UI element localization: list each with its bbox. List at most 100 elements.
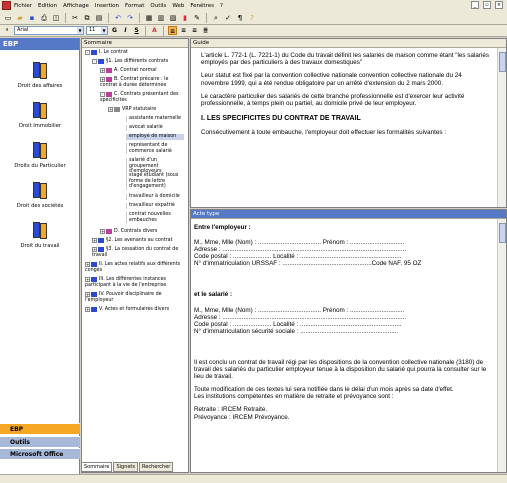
copy-icon[interactable]: ⧉ xyxy=(82,13,92,23)
expand-icon[interactable]: + xyxy=(100,77,105,82)
tree-node[interactable]: - I. Le contrat xyxy=(85,50,185,56)
tree-leaf-selected[interactable]: employé de maison xyxy=(126,134,184,140)
align-right-icon[interactable]: ≡ xyxy=(190,26,199,35)
expand-icon[interactable]: + xyxy=(85,277,90,282)
tree-node[interactable]: + IV. Pouvoir disciplinaire de l'employeu… xyxy=(85,292,185,303)
tree-node[interactable]: + A. Contrat normal xyxy=(100,68,186,74)
guide-scrollbar[interactable] xyxy=(497,48,506,207)
menu-outils[interactable]: Outils xyxy=(150,3,166,9)
align-left-icon[interactable]: ≡ xyxy=(168,26,177,35)
zoom-icon[interactable]: ⌕ xyxy=(211,13,221,23)
guide-document[interactable]: L'article L. 772-1 (L. 7221-1) du Code d… xyxy=(201,52,491,143)
scroll-thumb[interactable] xyxy=(499,52,506,72)
text-color-icon[interactable]: A xyxy=(150,26,159,35)
tree-node[interactable]: + §2. Les avenants au contrat xyxy=(92,238,186,244)
columns-icon[interactable]: ▥ xyxy=(156,13,166,23)
guide-paragraph: Leur statut est fixé par la convention c… xyxy=(201,72,462,87)
expand-icon[interactable]: + xyxy=(92,247,97,252)
font-size-select[interactable]: 11 ▼ xyxy=(86,26,108,35)
save-icon[interactable]: ▪ xyxy=(27,13,37,23)
acte-scrollbar[interactable] xyxy=(497,219,506,472)
nav-item-droit-immobilier[interactable]: Droit Immobilier xyxy=(0,102,80,129)
bold-icon[interactable]: G xyxy=(110,26,119,35)
nav-group-microsoft-office[interactable]: Microsoft Office xyxy=(0,448,80,459)
cut-icon[interactable]: ✂ xyxy=(70,13,80,23)
tree-leaf[interactable]: assistante maternelle xyxy=(126,116,184,122)
tree-node[interactable]: + V. Actes et formulaires divers xyxy=(85,307,185,313)
drawing-icon[interactable]: ✎ xyxy=(192,13,202,23)
menu-affichage[interactable]: Affichage xyxy=(63,3,89,9)
books-icon xyxy=(32,182,48,200)
collapse-icon[interactable]: - xyxy=(100,92,105,97)
menu-help[interactable]: ? xyxy=(220,3,223,9)
tree-node[interactable]: + B. Contrat précaire : le contrat à duré… xyxy=(100,77,186,88)
collapse-icon[interactable]: - xyxy=(85,50,90,55)
spellcheck-icon[interactable]: ✓ xyxy=(223,13,233,23)
menu-web[interactable]: Web xyxy=(172,3,184,9)
print-preview-icon[interactable]: ◫ xyxy=(51,13,61,23)
tab-signets[interactable]: Signets xyxy=(113,462,139,472)
expand-icon[interactable]: + xyxy=(85,262,90,267)
menu-fenetres[interactable]: Fenêtres xyxy=(190,3,214,9)
expand-icon[interactable]: + xyxy=(85,307,90,312)
italic-icon[interactable]: I xyxy=(121,26,130,35)
tab-sommaire[interactable]: Sommaire xyxy=(81,462,113,472)
align-center-icon[interactable]: ≡ xyxy=(179,26,188,35)
menu-edition[interactable]: Edition xyxy=(38,3,57,9)
paste-icon[interactable]: ▤ xyxy=(94,13,104,23)
menu-fichier[interactable]: Fichier xyxy=(14,3,32,9)
menu-format[interactable]: Format xyxy=(125,3,144,9)
chevron-down-icon[interactable]: ▼ xyxy=(77,27,83,34)
collapse-icon[interactable]: - xyxy=(92,59,97,64)
tree-leaf[interactable]: travailleur à domicile xyxy=(126,194,184,200)
restore-icon[interactable]: ▫ xyxy=(483,1,491,9)
nav-item-droit-travail[interactable]: Droit du travail xyxy=(0,222,80,249)
scroll-thumb[interactable] xyxy=(499,223,506,243)
paragraph-icon[interactable]: ¶ xyxy=(235,13,245,23)
tree-node[interactable]: + II. Les actes relatifs aux différents c… xyxy=(85,262,185,273)
undo-icon[interactable]: ↶ xyxy=(113,13,123,23)
tree-node[interactable]: - C. Contrats présentant des spécificités xyxy=(100,92,186,103)
minimize-icon[interactable]: _ xyxy=(471,1,479,9)
expand-icon[interactable]: + xyxy=(92,238,97,243)
format-toolbar: ª Arial ▼ 11 ▼ G I S A ≡ ≡ ≡ ≣ xyxy=(0,25,507,37)
open-folder-icon[interactable]: ▰ xyxy=(15,13,25,23)
nav-group-outils[interactable]: Outils xyxy=(0,436,80,447)
help-icon[interactable]: ? xyxy=(247,13,257,23)
tree-leaf[interactable]: stage étudiant (sous forme de lettre d'e… xyxy=(126,173,184,190)
tree-leaf[interactable]: contrat nouvelles embauches xyxy=(126,212,184,223)
nav-item-droit-affaires[interactable]: Droit des affaires xyxy=(0,62,80,89)
tree-node[interactable]: + §3. La cessation du contrat de travail xyxy=(92,247,186,258)
tree-node[interactable]: + VRP statutaire xyxy=(108,107,186,113)
align-justify-icon[interactable]: ≣ xyxy=(201,26,210,35)
tree-node[interactable]: + III. Les différentes instances particip… xyxy=(85,277,185,288)
nav-group-ebp[interactable]: EBP xyxy=(0,423,80,434)
table-icon[interactable]: ▦ xyxy=(144,13,154,23)
chevron-down-icon[interactable]: ▼ xyxy=(101,27,107,34)
underline-icon[interactable]: S xyxy=(132,26,141,35)
tree-node[interactable]: + D. Contrats divers xyxy=(100,229,186,235)
tab-rechercher[interactable]: Rechercher xyxy=(139,462,174,472)
acte-document[interactable]: Entre l'employeur : M., Mme, Mlle (Nom) … xyxy=(194,224,494,421)
form-line: M., Mme, Mlle (Nom) : ..................… xyxy=(194,306,405,314)
expand-icon[interactable]: + xyxy=(100,229,105,234)
print-icon[interactable]: ⎙ xyxy=(39,13,49,23)
chart-icon[interactable]: ▮ xyxy=(180,13,190,23)
font-family-select[interactable]: Arial ▼ xyxy=(14,26,84,35)
new-document-icon[interactable]: ▭ xyxy=(3,13,13,23)
close-icon[interactable]: × xyxy=(495,1,503,9)
menu-insertion[interactable]: Insertion xyxy=(95,3,119,9)
tree-node[interactable]: - §1. Les différents contrats xyxy=(92,59,186,65)
style-icon[interactable]: ª xyxy=(2,26,12,36)
book-icon xyxy=(91,262,97,267)
image-icon[interactable]: ▧ xyxy=(168,13,178,23)
expand-icon[interactable]: + xyxy=(85,292,90,297)
tree-leaf[interactable]: travailleur expatrié xyxy=(126,203,184,209)
nav-item-droits-particulier[interactable]: Droits du Particulier xyxy=(0,142,80,169)
tree-leaf[interactable]: représentant de commerce salarié xyxy=(126,143,184,154)
expand-icon[interactable]: + xyxy=(100,68,105,73)
tree-leaf[interactable]: avocat salarié xyxy=(126,125,184,131)
redo-icon[interactable]: ↷ xyxy=(125,13,135,23)
nav-item-droit-societes[interactable]: Droit des sociétés xyxy=(0,182,80,209)
expand-icon[interactable]: + xyxy=(108,107,113,112)
